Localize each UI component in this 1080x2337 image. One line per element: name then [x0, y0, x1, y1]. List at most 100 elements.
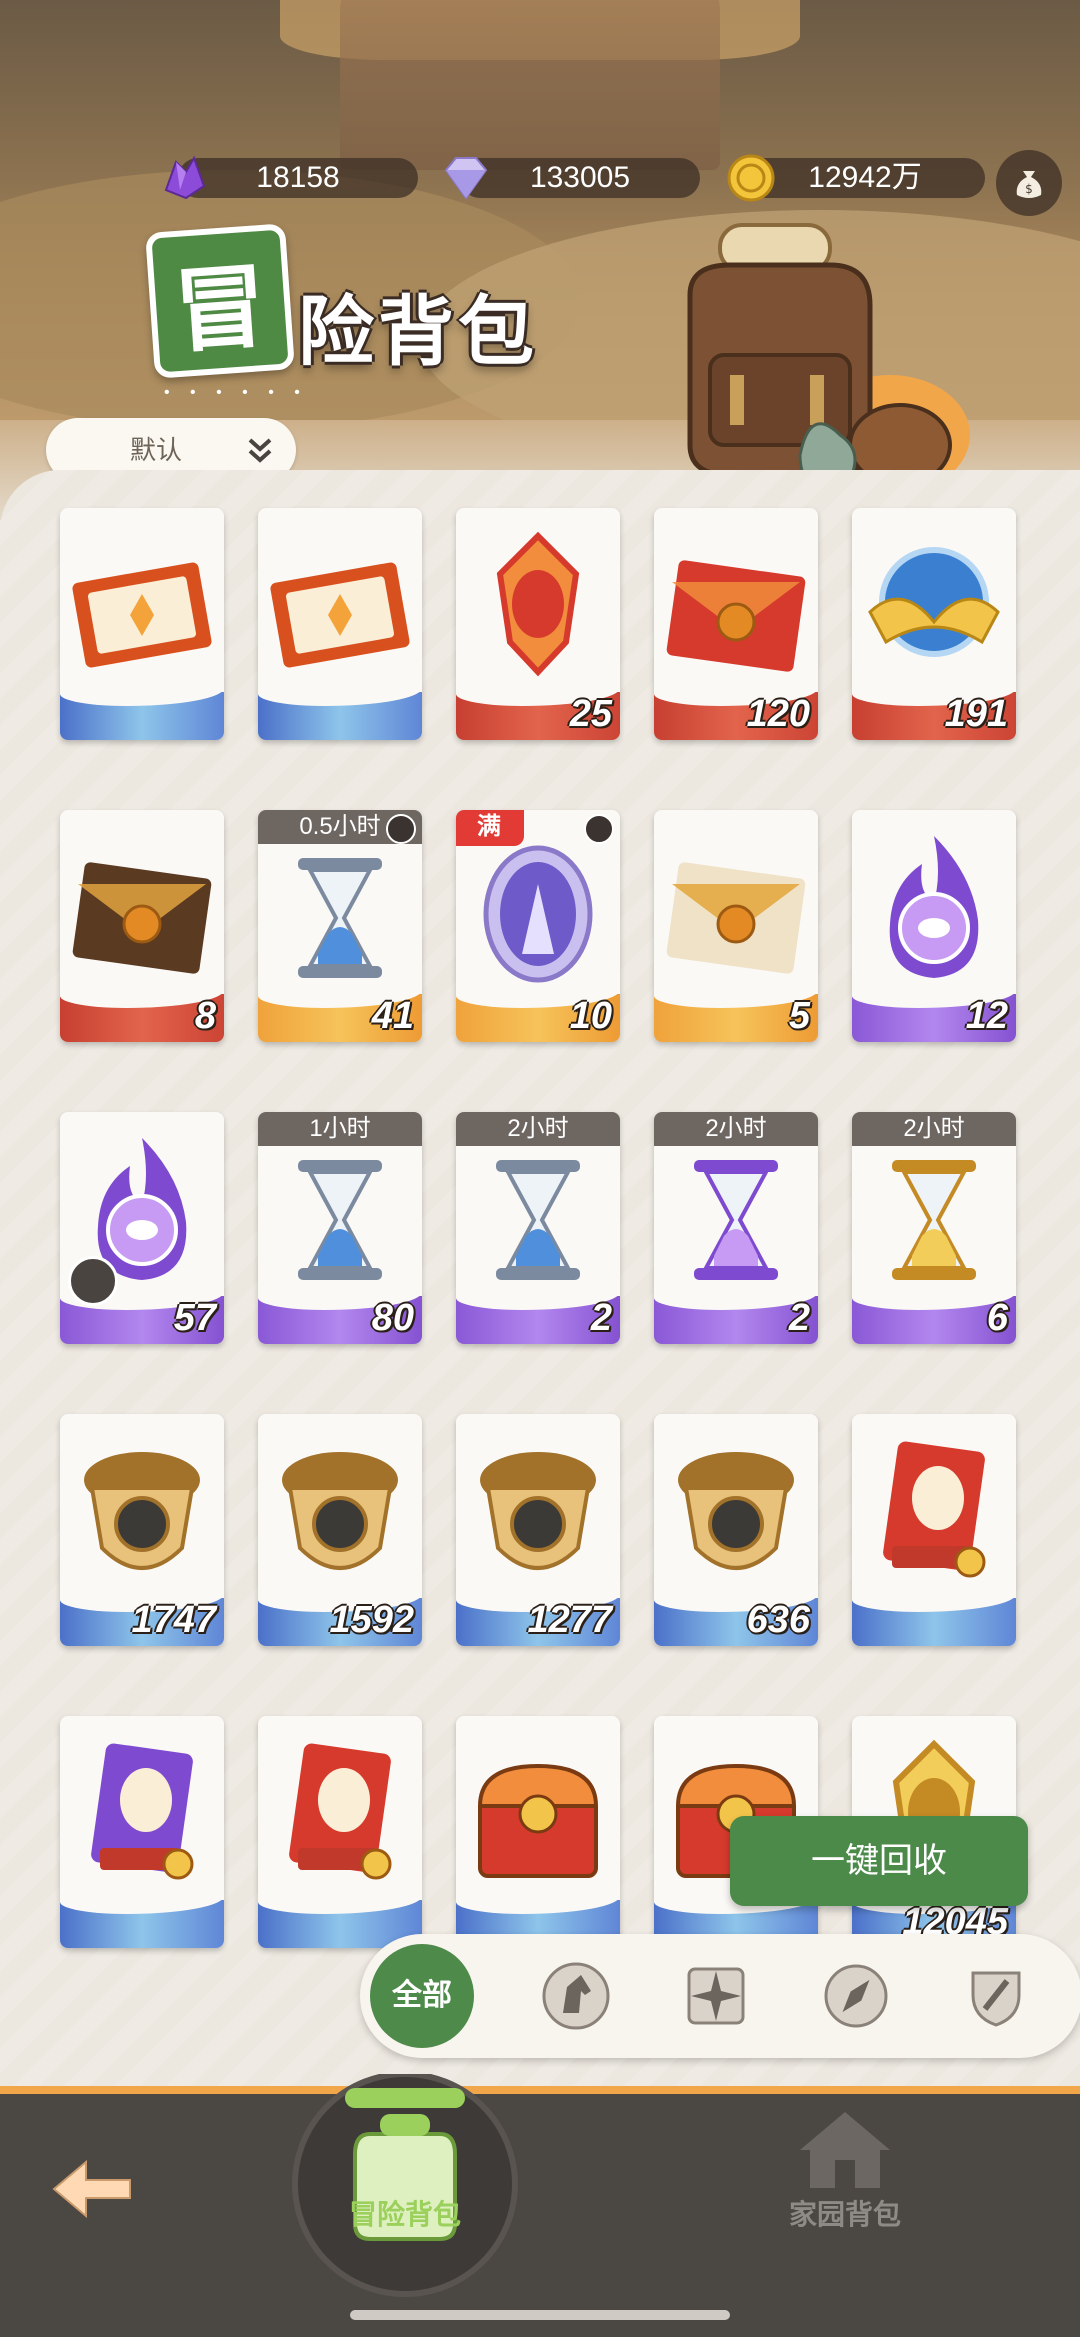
double-chevron-down-icon [248, 438, 272, 463]
item-card-portrait-egg[interactable]: 满 10 [456, 810, 620, 1042]
ticket-orange-icon [72, 562, 212, 668]
orange-card-icon [883, 1441, 986, 1578]
item-count: 8 [194, 995, 216, 1037]
home-backpack-label[interactable]: 家园背包 [780, 2193, 910, 2233]
item-count: 120 [746, 693, 810, 735]
house-decor [340, 0, 720, 170]
adventure-backpack-label: 冒险背包 [348, 2199, 461, 2230]
item-card-purple-flame-eye[interactable]: 12 [852, 810, 1016, 1042]
duration-badge: 2小时 [852, 1112, 1016, 1146]
hourglass-purple-2h-icon [694, 1160, 778, 1280]
item-count: 2 [590, 1297, 612, 1339]
item-card-acorn-blue-star[interactable]: 636 [654, 1414, 818, 1646]
svg-text:$: $ [1025, 182, 1033, 196]
sword-shield-icon [971, 1971, 1021, 2027]
item-count: 1592 [329, 1599, 414, 1641]
item-card-hourglass-gold-2h[interactable]: 2小时 6 [852, 1112, 1016, 1344]
filter-sword-shield-button[interactable] [956, 1956, 1036, 2036]
item-count: 25 [569, 693, 612, 735]
item-card-ticket-orange[interactable] [60, 508, 224, 740]
horse-head-icon [542, 1962, 610, 2030]
item-count: 191 [944, 693, 1008, 735]
currency-gold[interactable]: 12942万 [727, 154, 985, 202]
page-title-badge: 冒 [145, 223, 295, 379]
item-count: 636 [746, 1599, 810, 1641]
item-count: 1747 [131, 1599, 216, 1641]
acorn-green-eye-icon [84, 1452, 200, 1570]
currency-crystal[interactable]: 18158 [164, 155, 418, 200]
item-card-treasure-chest-red[interactable] [456, 1716, 620, 1948]
filter-horse-button[interactable] [536, 1956, 616, 2036]
item-count: 1277 [527, 1599, 612, 1641]
red-medal-icon [496, 531, 580, 677]
item-card-hourglass-blue[interactable]: 0.5小时 41 [258, 810, 422, 1042]
item-count: 6 [986, 1297, 1008, 1339]
item-card-hourglass-blue-1h[interactable]: 1小时 80 [258, 1112, 422, 1344]
hourglass-blue-icon [298, 858, 382, 978]
back-arrow-icon[interactable] [50, 2154, 134, 2224]
blue-orb-wings-icon [868, 547, 1000, 657]
item-card-red-envelope-letter[interactable]: 120 [654, 508, 818, 740]
category-filter-bar: 全部 [360, 1934, 1080, 2058]
item-card-acorn-green-eye[interactable]: 1747 [60, 1414, 224, 1646]
purple-flame-eye-icon [889, 836, 979, 978]
treasure-chest-red-icon [477, 1763, 599, 1878]
item-card-purple-flame-trident[interactable]: 57 [60, 1112, 224, 1344]
bottom-nav [0, 2086, 1080, 2337]
duration-badge: 2小时 [654, 1112, 818, 1146]
acorn-blue-star-icon [678, 1452, 794, 1570]
item-card-acorn-orange-target[interactable]: 1592 [258, 1414, 422, 1646]
hourglass-gold-2h-icon [892, 1160, 976, 1280]
item-count: 57 [173, 1297, 216, 1339]
item-card-hourglass-purple-2h[interactable]: 2小时 2 [654, 1112, 818, 1344]
filter-shuriken-button[interactable] [676, 1956, 756, 2036]
home-backpack-icon[interactable] [780, 2104, 910, 2194]
diamond-amount: 133005 [529, 161, 631, 194]
compass-icon [824, 1964, 888, 2028]
money-bag-button[interactable]: $ [996, 150, 1062, 216]
crystal-amount: 18158 [256, 161, 340, 194]
item-count: 12 [965, 995, 1008, 1037]
item-card-purple-card[interactable] [60, 1716, 224, 1948]
item-card-orange-card[interactable] [852, 1414, 1016, 1646]
item-count: 5 [788, 995, 810, 1037]
recycle-all-button[interactable]: 一键回收 [730, 1816, 1028, 1906]
full-badge: 满 [456, 810, 524, 846]
home-indicator [350, 2310, 730, 2320]
portrait-egg-icon [483, 845, 593, 983]
item-card-red-medal[interactable]: 25 [456, 508, 620, 740]
filter-all-button[interactable]: 全部 [370, 1944, 474, 2048]
item-count: 2 [788, 1297, 810, 1339]
backpack-illustration [687, 223, 970, 497]
duration-badge: 1小时 [258, 1112, 422, 1146]
puzzle-piece-icon [68, 1256, 118, 1306]
shuriken-icon [687, 1967, 745, 2025]
adventure-backpack-tab[interactable] [270, 2074, 540, 2304]
acorn-green-leaf-icon [480, 1452, 596, 1570]
duration-badge: 2小时 [456, 1112, 620, 1146]
purple-card-icon [91, 1743, 194, 1880]
currency-diamond[interactable]: 133005 [444, 157, 700, 200]
gold-amount: 12942万 [808, 161, 922, 194]
item-card-orange-card-anchor[interactable] [258, 1716, 422, 1948]
acorn-orange-target-icon [282, 1452, 398, 1570]
item-count: 10 [569, 995, 612, 1037]
bind-status-icon [584, 814, 614, 844]
filter-compass-button[interactable] [816, 1956, 896, 2036]
hourglass-blue-2h-icon [496, 1160, 580, 1280]
item-card-dark-envelope[interactable]: 8 [60, 810, 224, 1042]
title-dots: • • • • • • [164, 384, 308, 401]
item-card-acorn-green-leaf[interactable]: 1277 [456, 1414, 620, 1646]
bind-status-icon [386, 814, 416, 844]
item-card-hourglass-blue-2h[interactable]: 2小时 2 [456, 1112, 620, 1344]
item-card-white-envelope[interactable]: 5 [654, 810, 818, 1042]
page-title: 险背包 [298, 290, 538, 375]
hourglass-blue-1h-icon [298, 1160, 382, 1280]
item-card-blue-orb-wings[interactable]: 191 [852, 508, 1016, 740]
money-bag-icon: $ [1016, 171, 1042, 198]
item-card-ticket-pink[interactable] [258, 508, 422, 740]
item-count: 80 [371, 1297, 414, 1339]
red-envelope-letter-icon [666, 560, 806, 672]
dark-envelope-icon [72, 862, 212, 974]
ticket-pink-icon [270, 562, 410, 668]
